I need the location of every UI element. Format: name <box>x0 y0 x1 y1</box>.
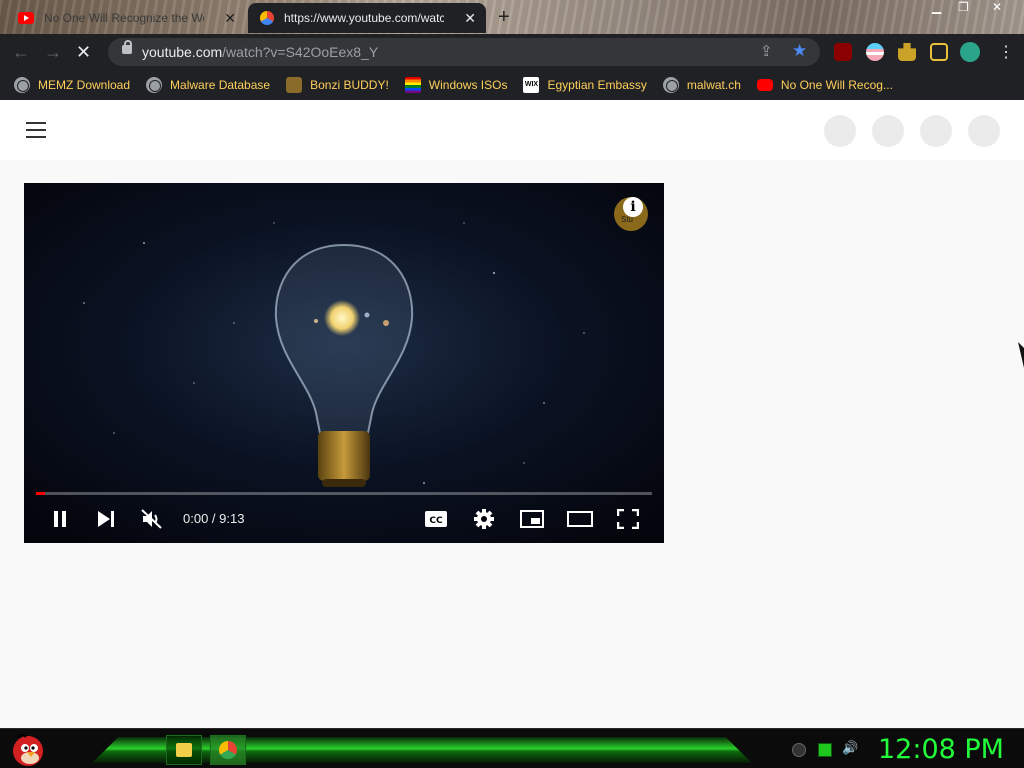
tray-app-icon[interactable] <box>792 743 806 757</box>
file-explorer-taskbar-button[interactable] <box>166 735 202 765</box>
miniplayer-icon <box>520 510 544 528</box>
next-icon <box>98 511 114 527</box>
extension-flag-icon[interactable] <box>866 43 884 61</box>
pause-icon <box>54 511 66 527</box>
bookmark-label: malwat.ch <box>686 78 741 92</box>
bookmark-egyptian-embassy[interactable]: WIX Egyptian Embassy <box>523 77 647 93</box>
globe-icon <box>662 77 679 93</box>
tab-strip: No One Will Recognize the Wo... ✕ https:… <box>0 0 1024 34</box>
mute-button[interactable] <box>140 505 164 533</box>
youtube-icon <box>756 79 773 91</box>
tab-title: https://www.youtube.com/watch?v=... <box>284 11 444 25</box>
hamburger-menu-icon[interactable] <box>26 122 46 138</box>
video-player[interactable]: Stu i 0:00 / 9:13 CC <box>24 183 664 543</box>
taskbar: 🔊 12:08 PM <box>0 728 1024 768</box>
profile-avatar-icon[interactable] <box>960 42 980 62</box>
loading-favicon-icon <box>260 11 274 25</box>
loading-placeholder-circle <box>824 115 856 147</box>
progress-bar[interactable] <box>36 492 652 495</box>
loading-placeholder-circle <box>968 115 1000 147</box>
ublock-icon[interactable] <box>834 43 852 61</box>
mouse-cursor-icon <box>1018 342 1024 368</box>
puzzle-extensions-icon[interactable] <box>898 43 916 61</box>
bookmark-youtube-video[interactable]: No One Will Recog... <box>756 78 893 92</box>
folder-icon <box>176 743 192 757</box>
loading-placeholder-circle <box>872 115 904 147</box>
theater-mode-icon <box>567 511 593 527</box>
masthead <box>0 100 1024 160</box>
bookmarks-bar: MEMZ Download Malware Database Bonzi BUD… <box>0 70 1024 100</box>
bookmark-malwatch[interactable]: malwat.ch <box>662 77 741 93</box>
url-text[interactable]: youtube.com/watch?v=S42OoEex8_Y <box>142 44 378 60</box>
bookmark-bonzi-buddy[interactable]: Bonzi BUDDY! <box>286 77 389 93</box>
browser-toolbar: ← → ✕ youtube.com/watch?v=S42OoEex8_Y ⇪ … <box>0 34 1024 70</box>
wix-icon: WIX <box>523 77 540 93</box>
url-host: youtube.com <box>142 44 223 60</box>
bookmark-label: No One Will Recog... <box>780 78 893 92</box>
bookmark-malware-database[interactable]: Malware Database <box>146 77 270 93</box>
desktop-screen: No One Will Recognize the Wo... ✕ https:… <box>0 0 1024 768</box>
taskbar-clock[interactable]: 12:08 PM <box>878 734 1004 765</box>
gear-icon <box>474 509 494 529</box>
settings-button[interactable] <box>470 505 498 533</box>
tab-active-youtube[interactable]: https://www.youtube.com/watch?v=... ✕ <box>248 3 486 33</box>
url-path: /watch?v=S42OoEex8_Y <box>222 44 379 60</box>
tab-title: No One Will Recognize the Wo... <box>44 11 204 25</box>
bookmark-label: Bonzi BUDDY! <box>310 78 389 92</box>
bookmark-star-icon[interactable]: ★ <box>792 41 807 61</box>
youtube-page: Stu i 0:00 / 9:13 CC <box>0 100 1024 728</box>
angry-bird-start-icon[interactable] <box>8 731 48 767</box>
globe-icon <box>14 77 30 93</box>
close-tab-icon[interactable]: ✕ <box>224 10 236 27</box>
lock-icon[interactable] <box>122 40 132 54</box>
captions-icon: CC <box>425 511 447 527</box>
tab-youtube-video[interactable]: No One Will Recognize the Wo... ✕ <box>8 3 246 33</box>
close-tab-icon[interactable]: ✕ <box>464 10 476 27</box>
muted-volume-icon <box>141 509 162 529</box>
chrome-taskbar-button[interactable] <box>210 735 246 765</box>
bookmark-label: Windows ISOs <box>428 78 508 92</box>
pause-button[interactable] <box>48 505 72 533</box>
bookmark-label: MEMZ Download <box>38 78 131 92</box>
chrome-icon <box>219 741 237 759</box>
rainbow-flag-icon <box>404 77 421 93</box>
new-tab-icon[interactable]: + <box>498 6 510 29</box>
minimize-icon[interactable]: ▁ <box>932 0 941 14</box>
bookmark-windows-isos[interactable]: Windows ISOs <box>404 77 508 93</box>
next-button[interactable] <box>94 505 118 533</box>
globe-icon <box>146 77 163 93</box>
fullscreen-icon <box>617 509 639 529</box>
side-panel-icon[interactable] <box>930 43 948 61</box>
bookmark-label: Egyptian Embassy <box>547 78 647 92</box>
stop-loading-icon[interactable]: ✕ <box>76 42 91 63</box>
close-window-icon[interactable]: ✕ <box>992 0 1002 14</box>
fullscreen-button[interactable] <box>614 505 642 533</box>
forward-icon[interactable]: → <box>44 42 62 63</box>
bonzi-icon <box>286 77 303 93</box>
time-display: 0:00 / 9:13 <box>183 511 245 526</box>
bookmark-label: Malware Database <box>170 78 271 92</box>
loading-placeholder-circle <box>920 115 952 147</box>
share-icon[interactable]: ⇪ <box>760 42 773 60</box>
volume-icon[interactable]: 🔊 <box>842 740 858 756</box>
video-frame-lightbulb <box>24 183 664 543</box>
bookmark-memz[interactable]: MEMZ Download <box>14 77 130 93</box>
captions-button[interactable]: CC <box>422 505 450 533</box>
network-icon[interactable] <box>818 743 832 757</box>
miniplayer-button[interactable] <box>518 505 546 533</box>
address-bar[interactable]: youtube.com/watch?v=S42OoEex8_Y ⇪ ★ <box>108 38 820 66</box>
youtube-icon <box>18 12 34 24</box>
theater-mode-button[interactable] <box>566 505 594 533</box>
back-icon[interactable]: ← <box>12 42 30 63</box>
restore-icon[interactable]: ❐ <box>958 0 969 14</box>
info-icon[interactable]: i <box>623 197 643 217</box>
progress-bar-fill <box>36 492 46 495</box>
menu-kebab-icon[interactable]: ⋮ <box>998 42 1014 62</box>
svg-text:CC: CC <box>429 516 443 526</box>
